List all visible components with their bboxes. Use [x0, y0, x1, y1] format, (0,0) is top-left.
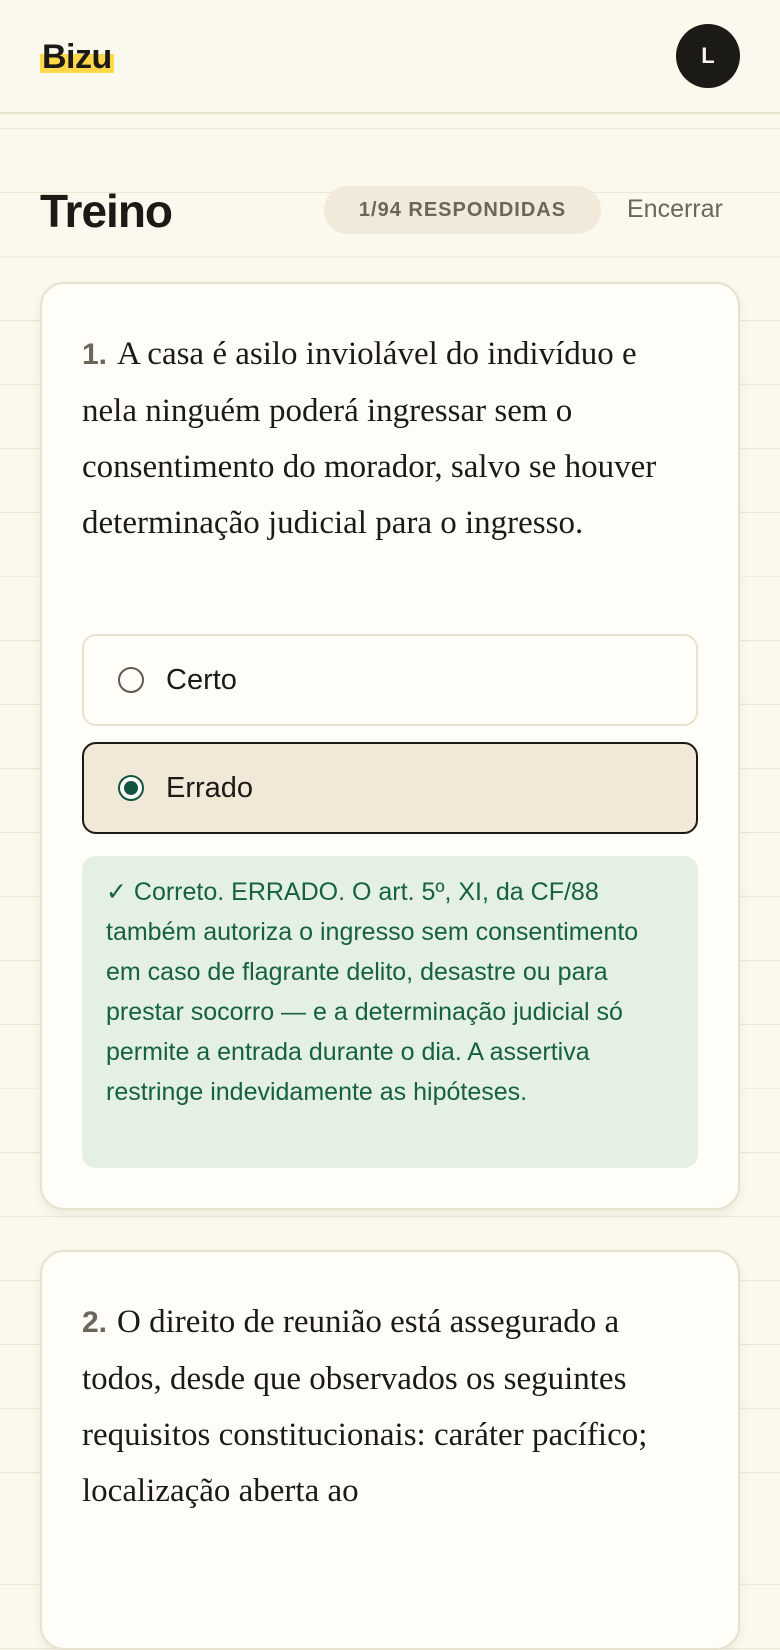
answer-feedback: ✓ Correto. ERRADO. O art. 5º, XI, da CF/…	[82, 856, 698, 1168]
question-number: 2.	[82, 1306, 108, 1339]
app-logo[interactable]: Bizu	[40, 38, 114, 76]
option-errado[interactable]: Errado	[82, 742, 698, 834]
option-certo[interactable]: Certo	[82, 634, 698, 726]
radio-unselected-icon[interactable]	[118, 667, 144, 693]
question-number: 1.	[82, 338, 108, 371]
radio-selected-icon[interactable]	[118, 775, 144, 801]
option-label: Certo	[166, 663, 237, 696]
user-avatar[interactable]: L	[676, 24, 740, 88]
top-bar: Bizu L	[0, 0, 780, 114]
question-statement: O direito de reunião está assegurado a t…	[82, 1304, 648, 1509]
page-title: Treino	[40, 185, 173, 237]
question-text: 2. O direito de reunião está assegurado a…	[82, 1294, 682, 1519]
option-label: Errado	[166, 771, 254, 804]
end-session-button[interactable]: Encerrar	[627, 192, 723, 226]
question-card: 2. O direito de reunião está assegurado a…	[40, 1250, 740, 1650]
question-text: 1. A casa é asilo inviolável do indivíduo…	[82, 326, 682, 551]
progress-badge: 1/94 RESPONDIDAS	[324, 186, 601, 234]
question-card: 1. A casa é asilo inviolável do indivíduo…	[40, 282, 740, 1210]
question-statement: A casa é asilo inviolável do indivíduo e…	[82, 336, 657, 541]
